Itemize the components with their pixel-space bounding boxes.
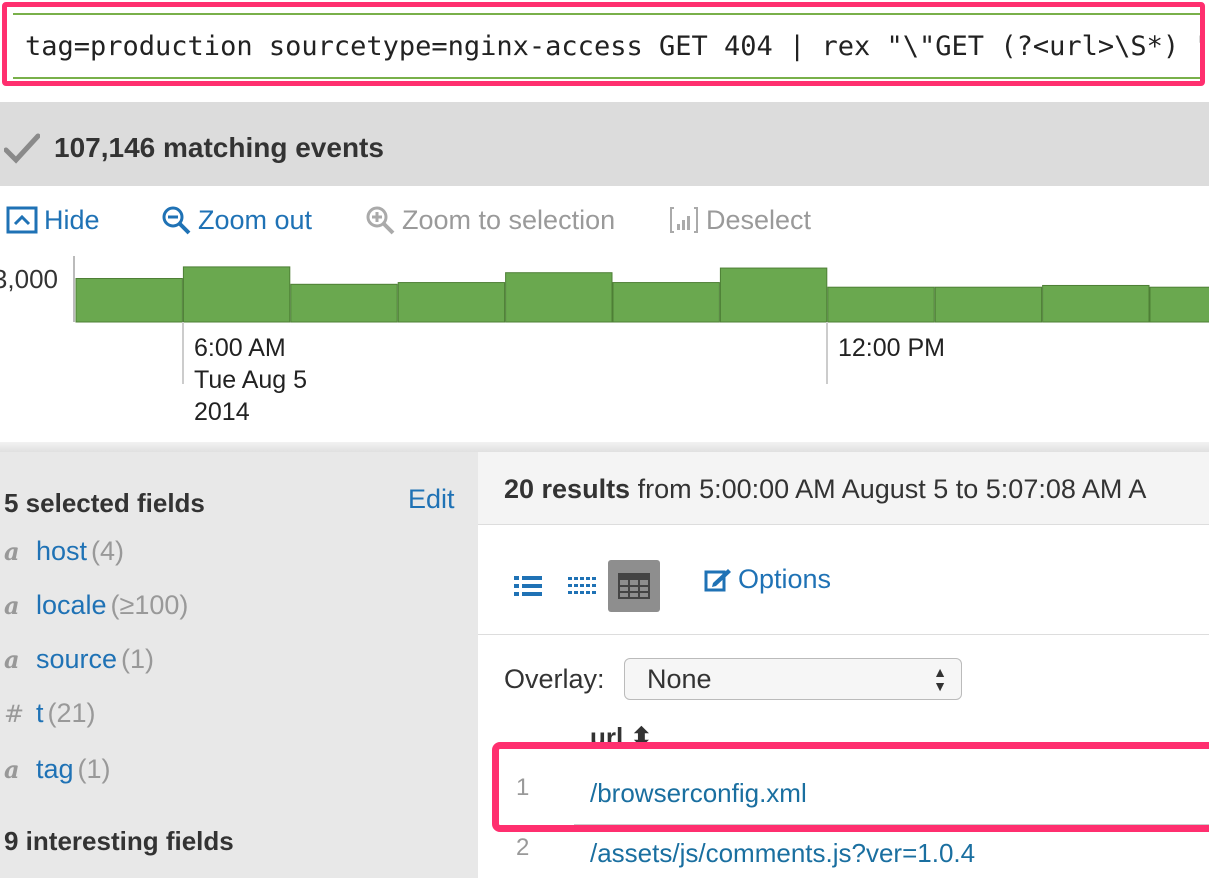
matching-events-count: 107,146 matching events (54, 132, 384, 163)
field-name[interactable]: tag (36, 754, 74, 785)
table-icon (618, 573, 650, 599)
field-item-tag[interactable]: a tag (1) (4, 754, 111, 785)
overlay-value: None (647, 664, 712, 694)
timeline-bar[interactable] (505, 272, 613, 323)
timeline-bar[interactable] (75, 278, 183, 323)
field-name[interactable]: host (36, 536, 87, 567)
timeline-bar[interactable] (612, 282, 720, 323)
overlay-select[interactable]: None ▲ ▼ (624, 658, 962, 700)
raw-view-button[interactable] (556, 560, 608, 612)
timeline-bar[interactable] (1149, 286, 1209, 323)
y-tick-label: 3,000 (0, 264, 58, 294)
search-area: tag=production sourcetype=nginx-access G… (0, 0, 1209, 100)
field-name[interactable]: t (36, 698, 44, 729)
options-label: Options (738, 564, 832, 594)
timeline-bar[interactable] (397, 282, 506, 323)
timeline-bar[interactable] (827, 286, 935, 323)
select-arrows-icon: ▲ ▼ (933, 664, 947, 694)
string-type-icon: a (4, 645, 20, 674)
field-item-locale[interactable]: a locale (≥100) (4, 590, 188, 621)
deselect-icon (670, 207, 698, 233)
edit-fields-link[interactable]: Edit (408, 484, 455, 515)
list-icon (514, 576, 542, 596)
results-range: from 5:00:00 AM August 5 to 5:07:08 AM A (630, 474, 1147, 504)
string-type-icon: a (4, 755, 20, 784)
results-summary: 20 results from 5:00:00 AM August 5 to 5… (504, 474, 1146, 505)
search-box-highlight: tag=production sourcetype=nginx-access G… (2, 2, 1205, 86)
zoom-out-icon (162, 206, 191, 235)
x-tick-label: Tue Aug 5 (194, 366, 307, 394)
deselect-label: Deselect (706, 204, 812, 235)
url-cell[interactable]: /assets/js/comments.js?ver=1.0.4 (590, 838, 975, 869)
timeline-bar[interactable] (934, 286, 1043, 323)
search-query-text[interactable]: tag=production sourcetype=nginx-access G… (25, 31, 1200, 62)
zoom-out-button[interactable]: Zoom out (160, 204, 312, 236)
string-type-icon: a (4, 591, 20, 620)
results-count: 20 results (504, 474, 631, 504)
interesting-fields-heading: 9 interesting fields (4, 826, 234, 856)
field-count: (1) (77, 754, 111, 784)
row-highlight (492, 742, 1209, 832)
checkmark-icon (4, 133, 40, 164)
timeline-bar[interactable] (719, 267, 828, 323)
string-type-icon: a (4, 537, 20, 566)
zoom-in-icon (366, 206, 395, 235)
timeline-svg[interactable]: 3,000 6:00 AM Tue Aug 5 2014 12:00 PM (0, 256, 1209, 442)
results-header: 20 results from 5:00:00 AM August 5 to 5… (478, 452, 1209, 525)
field-count: (1) (121, 644, 155, 674)
view-toolbar: Options (478, 524, 1209, 635)
field-item-host[interactable]: a host (4) (4, 536, 124, 567)
field-count: (≥100) (110, 590, 189, 620)
timeline-bar[interactable] (182, 266, 291, 323)
overlay-label: Overlay: (504, 664, 605, 694)
zoom-to-selection-label: Zoom to selection (402, 204, 616, 235)
list-view-button[interactable] (502, 560, 554, 612)
edit-icon (704, 568, 731, 591)
selected-fields-heading: 5 selected fields (4, 488, 205, 518)
row-number: 2 (516, 834, 530, 861)
field-count: (21) (47, 698, 96, 728)
deselect-button[interactable]: Deselect (668, 204, 811, 236)
timeline-chart[interactable]: 3,000 6:00 AM Tue Aug 5 2014 12:00 PM (0, 256, 1209, 442)
timeline-bar[interactable] (290, 283, 398, 323)
field-count: (4) (91, 536, 125, 566)
hide-timeline-button[interactable]: Hide (6, 204, 100, 236)
timeline-bar[interactable] (1042, 284, 1150, 323)
fields-sidebar: 5 selected fields Edit a host (4) a locale (≥… (0, 452, 478, 878)
hide-label: Hide (44, 204, 100, 235)
numeric-type-icon: # (4, 700, 25, 728)
zoom-out-label: Zoom out (198, 204, 313, 235)
results-panel: 20 results from 5:00:00 AM August 5 to 5… (478, 452, 1209, 878)
x-tick-label: 2014 (194, 398, 250, 426)
status-bar: 107,146 matching events (0, 102, 1209, 186)
field-name[interactable]: source (36, 644, 117, 675)
search-input[interactable]: tag=production sourcetype=nginx-access G… (13, 13, 1200, 79)
options-button[interactable]: Options (704, 564, 831, 595)
x-tick-label: 6:00 AM (194, 334, 286, 362)
collapse-icon (6, 206, 38, 234)
timeline-toolbar: Hide Zoom out Zoom to selection Deselect (0, 186, 1209, 256)
field-name[interactable]: locale (36, 590, 107, 621)
x-tick-label: 12:00 PM (838, 334, 945, 362)
table-view-button[interactable] (608, 560, 660, 612)
divider (0, 442, 1209, 452)
zoom-to-selection-button[interactable]: Zoom to selection (364, 204, 615, 236)
field-item-t[interactable]: # t (21) (4, 698, 96, 729)
table-row[interactable]: 2/assets/js/comments.js?ver=1.0.4 (478, 830, 1209, 882)
raw-list-icon (568, 577, 596, 594)
field-item-source[interactable]: a source (1) (4, 644, 154, 675)
